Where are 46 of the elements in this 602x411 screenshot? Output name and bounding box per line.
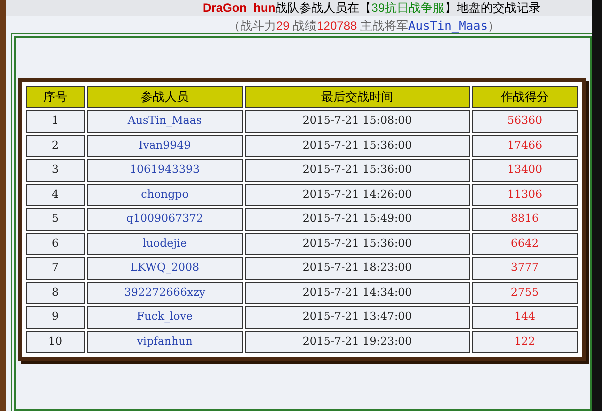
table-cell: 2015-7-21 15:36:00 [245, 134, 470, 157]
table-cell: 8816 [472, 208, 578, 230]
column-header: 序号 [26, 86, 85, 108]
table-cell: 5 [26, 208, 85, 230]
table-cell: 6642 [472, 232, 578, 255]
column-header: 作战得分 [472, 86, 578, 108]
summary-text: （战斗力29 战绩120788 主战将军AusTin_Maas） [228, 18, 500, 35]
page-title: DraGon_hun战队参战人员在【39抗日战争服】地盘的交战记录 [202, 2, 542, 14]
table-cell: 2015-7-21 18:23:00 [245, 257, 470, 280]
table-cell: 4 [26, 184, 85, 206]
player-link[interactable]: 1061943393 [87, 159, 243, 182]
table-cell: 10 [26, 330, 85, 353]
table-cell: 2015-7-21 14:34:00 [245, 282, 470, 304]
table-cell: 3 [26, 159, 85, 182]
table-cell: 2015-7-21 15:36:00 [245, 159, 470, 182]
table-cell: 13400 [472, 159, 578, 182]
player-link[interactable]: chongpo [87, 184, 243, 206]
column-header: 参战人员 [87, 86, 243, 108]
player-link[interactable]: 392272666xzy [87, 282, 243, 304]
table-cell: 17466 [472, 134, 578, 157]
table-cell: 2015-7-21 15:49:00 [245, 208, 470, 230]
table-cell: 1 [26, 110, 85, 132]
player-link[interactable]: Fuck_love [87, 306, 243, 328]
table-cell: 122 [472, 330, 578, 353]
player-link[interactable]: luodejie [87, 232, 243, 255]
table-cell: 56360 [472, 110, 578, 132]
player-link[interactable]: AusTin_Maas [87, 110, 243, 132]
table-cell: 2755 [472, 282, 578, 304]
table-cell: 8 [26, 282, 85, 304]
player-link[interactable]: LKWQ_2008 [87, 257, 243, 280]
table-cell: 7 [26, 257, 85, 280]
player-link[interactable]: q1009067372 [87, 208, 243, 230]
table-cell: 2015-7-21 19:23:00 [245, 330, 470, 353]
table-cell: 11306 [472, 184, 578, 206]
table-cell: 2 [26, 134, 85, 157]
table-cell: 2015-7-21 13:47:00 [245, 306, 470, 328]
table-cell: 3777 [472, 257, 578, 280]
table-cell: 9 [26, 306, 85, 328]
column-header: 最后交战时间 [245, 86, 470, 108]
table-cell: 144 [472, 306, 578, 328]
table-cell: 6 [26, 232, 85, 255]
table-cell: 2015-7-21 15:36:00 [245, 232, 470, 255]
player-link[interactable]: Ivan9949 [87, 134, 243, 157]
table-cell: 2015-7-21 15:08:00 [245, 110, 470, 132]
player-link[interactable]: vipfanhun [87, 330, 243, 353]
table-cell: 2015-7-21 14:26:00 [245, 184, 470, 206]
